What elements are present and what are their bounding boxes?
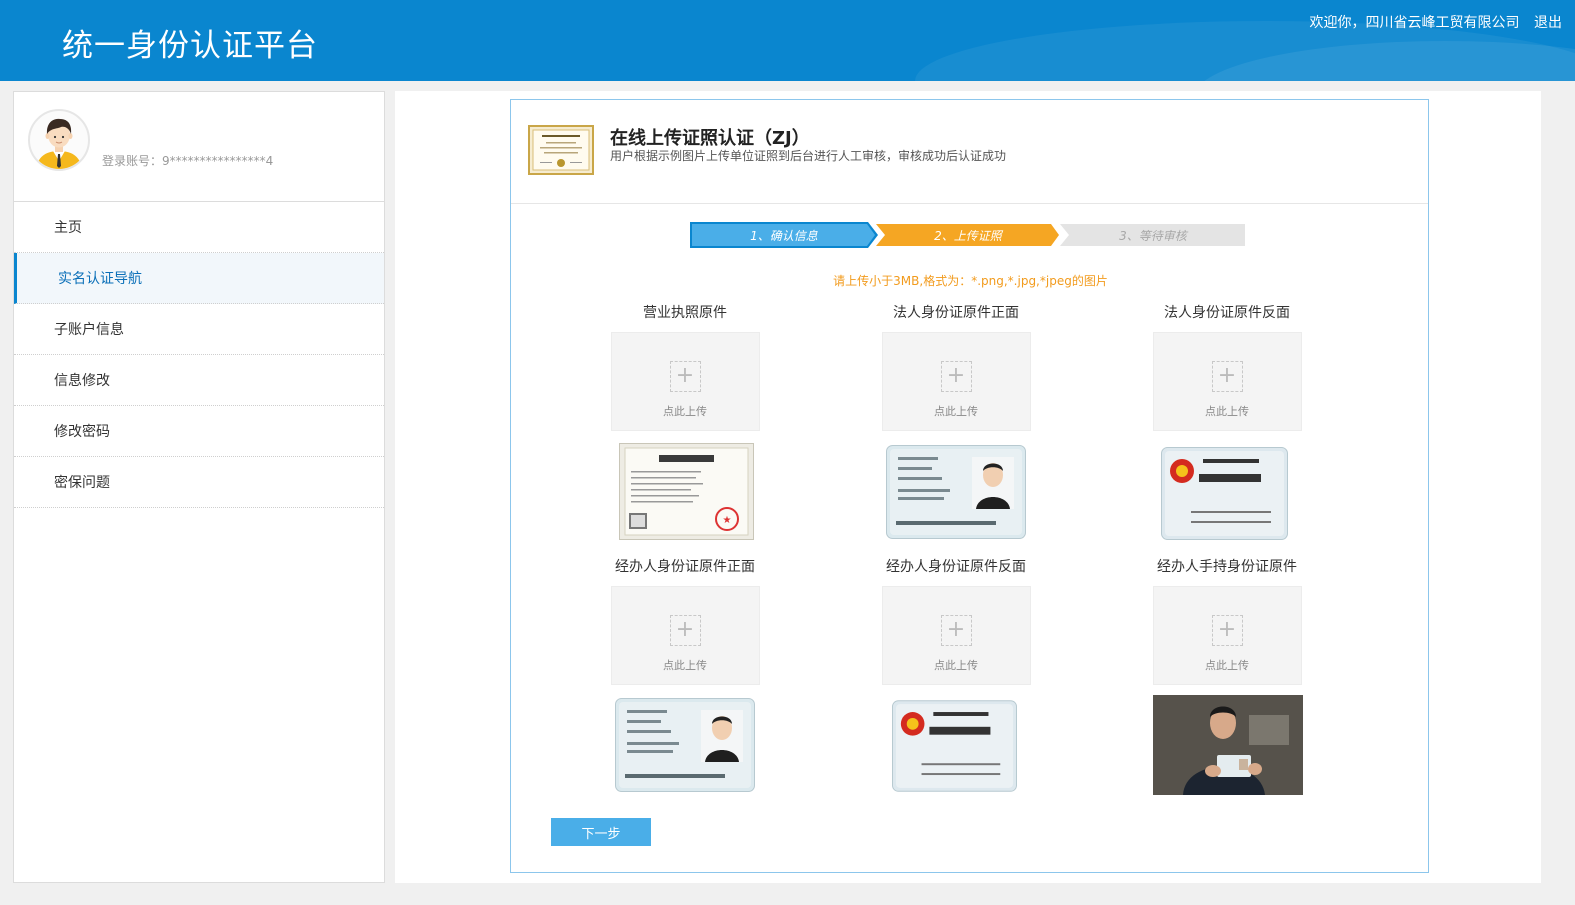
upload-legal-id-front: 法人身份证原件正面 + 点此上传 [871,302,1041,431]
plus-icon: + [669,615,701,646]
sidebar-item-security-question[interactable]: 密保问题 [14,457,384,508]
platform-title: 统一身份认证平台 [62,28,318,64]
sidebar: 登录账号：9****************4 主页 实名认证导航 子账户信息 … [13,91,385,883]
top-header: 统一身份认证平台 欢迎你，四川省云峰工贸有限公司 退出 [0,0,1575,81]
upload-box[interactable]: + 点此上传 [610,586,760,685]
upload-title: 法人身份证原件反面 [1164,305,1290,321]
main-content: 在线上传证照认证（ZJ） 用户根据示例图片上传单位证照到后台进行人工审核，审核成… [395,91,1541,883]
upload-box[interactable]: + 点此上传 [610,332,760,431]
upload-text: 点此上传 [1205,405,1249,418]
id-card-front-icon [615,698,755,792]
upload-title: 经办人手持身份证原件 [1157,559,1297,575]
plus-icon: + [940,615,972,646]
account-label: 登录账号：9****************4 [102,154,274,168]
user-avatar-icon [36,118,82,169]
upload-title: 经办人身份证原件反面 [886,559,1026,575]
avatar [28,109,90,171]
upload-hint: 请上传小于3MB,格式为：*.png,*.jpg,*jpeg的图片 [833,274,1108,288]
sidebar-item-edit-info[interactable]: 信息修改 [14,355,384,406]
upload-text: 点此上传 [1205,659,1249,672]
upload-agent-id-back: 经办人身份证原件反面 + 点此上传 [871,556,1041,685]
certificate-icon [528,125,594,175]
business-license-icon: ★ [619,443,754,540]
upload-box[interactable]: + 点此上传 [881,586,1031,685]
sidebar-item-change-password[interactable]: 修改密码 [14,406,384,457]
upload-title: 法人身份证原件正面 [893,305,1019,321]
plus-icon: + [1211,361,1243,392]
upload-text: 点此上传 [934,659,978,672]
step-label: 1、确认信息 [750,228,818,243]
svg-text:★: ★ [723,515,732,526]
upload-box[interactable]: + 点此上传 [1152,586,1302,685]
upload-legal-id-back: 法人身份证原件反面 + 点此上传 [1142,302,1312,431]
next-step-button[interactable]: 下一步 [551,818,651,846]
sidebar-item-home[interactable]: 主页 [14,202,384,253]
sidebar-item-subaccounts[interactable]: 子账户信息 [14,304,384,355]
welcome-text: 欢迎你，四川省云峰工贸有限公司 [1309,15,1520,31]
step-confirm-info: 1、确认信息 [690,222,878,248]
step-upload-cert: 2、上传证照 [874,222,1062,248]
upload-agent-id-front: 经办人身份证原件正面 + 点此上传 [600,556,770,685]
user-profile: 登录账号：9****************4 [14,92,384,202]
step-wait-review: 3、等待审核 [1058,222,1248,248]
plus-icon: + [669,361,701,392]
upload-text: 点此上传 [663,659,707,672]
id-card-front-icon [886,445,1026,539]
upload-box[interactable]: + 点此上传 [1152,332,1302,431]
hand-held-id-photo-icon [1153,695,1303,795]
step-label: 3、等待审核 [1119,228,1187,243]
upload-agent-handheld-id: 经办人手持身份证原件 + 点此上传 [1142,556,1312,685]
upload-title: 经办人身份证原件正面 [615,559,755,575]
user-bar: 欢迎你，四川省云峰工贸有限公司 退出 [1300,12,1562,32]
upload-box[interactable]: + 点此上传 [881,332,1031,431]
panel-header: 在线上传证照认证（ZJ） 用户根据示例图片上传单位证照到后台进行人工审核，审核成… [511,100,1428,204]
id-card-back-icon [1161,447,1288,540]
step-label: 2、上传证照 [934,228,1002,243]
upload-panel: 在线上传证照认证（ZJ） 用户根据示例图片上传单位证照到后台进行人工审核，审核成… [510,99,1429,873]
id-card-back-icon [892,700,1017,792]
plus-icon: + [1211,615,1243,646]
upload-text: 点此上传 [934,405,978,418]
upload-title: 营业执照原件 [643,305,727,321]
sidebar-item-realname-nav[interactable]: 实名认证导航 [14,253,384,304]
plus-icon: + [940,361,972,392]
step-progress: 1、确认信息 2、上传证照 3、等待审核 [690,222,1250,248]
upload-business-license: 营业执照原件 + 点此上传 [600,302,770,431]
upload-text: 点此上传 [663,405,707,418]
panel-description: 用户根据示例图片上传单位证照到后台进行人工审核，审核成功后认证成功 [610,149,1007,163]
logout-link[interactable]: 退出 [1534,15,1562,31]
